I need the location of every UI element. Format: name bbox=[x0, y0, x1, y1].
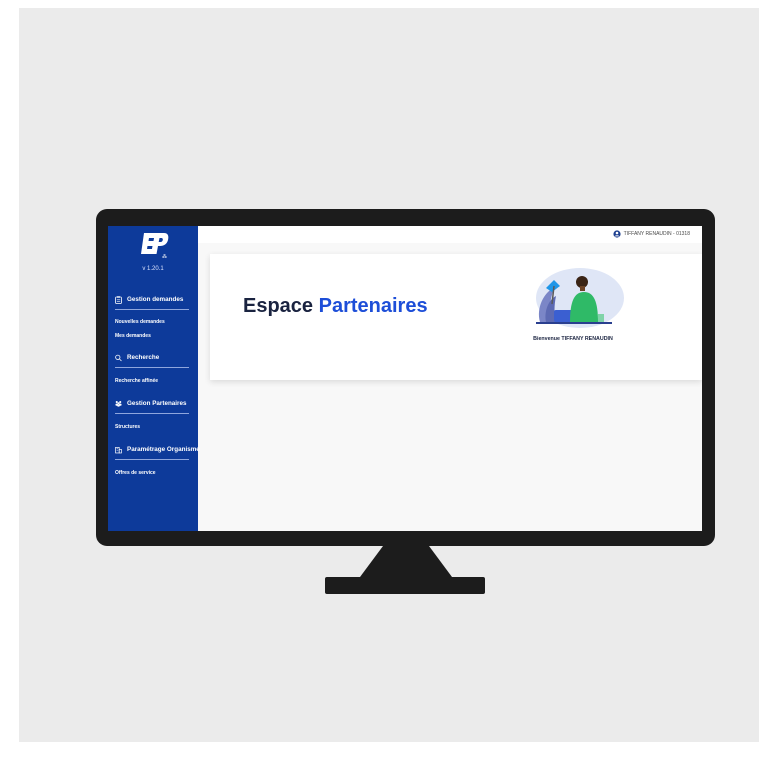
user-name: TIFFANY RENAUDIN - 01318 bbox=[623, 231, 690, 237]
sidebar-item-offres-de-service[interactable]: Offres de service bbox=[115, 470, 156, 476]
app-screen: ⁂ v 1.20.1 Gestion demandes Nouvelles de… bbox=[108, 226, 702, 531]
clipboard-icon bbox=[115, 295, 122, 304]
welcome-message: Bienvenue TIFFANY RENAUDIN bbox=[533, 336, 613, 342]
page-title: Espace Partenaires bbox=[243, 295, 428, 318]
user-menu[interactable]: TIFFANY RENAUDIN - 01318 bbox=[613, 230, 690, 238]
divider bbox=[115, 367, 189, 368]
sidebar-section-parametrage-organisme[interactable]: Paramétrage Organisme bbox=[115, 446, 200, 453]
search-icon bbox=[115, 354, 122, 361]
divider bbox=[115, 413, 189, 414]
svg-text:⁂: ⁂ bbox=[162, 254, 167, 260]
top-bar: TIFFANY RENAUDIN - 01318 bbox=[198, 226, 702, 243]
sidebar-item-recherche-affinee[interactable]: Recherche affinée bbox=[115, 378, 158, 384]
sidebar-section-label: Gestion demandes bbox=[127, 296, 184, 303]
sidebar-section-gestion-partenaires[interactable]: Gestion Partenaires bbox=[115, 400, 187, 407]
monitor-stand-base bbox=[325, 577, 485, 594]
welcome-card: Espace Partenaires Bienvenue TIFFANY REN… bbox=[210, 254, 702, 380]
title-part-espace: Espace bbox=[243, 295, 314, 317]
sidebar-section-label: Paramétrage Organisme bbox=[127, 446, 200, 453]
sidebar-item-mes-demandes[interactable]: Mes demandes bbox=[115, 333, 151, 339]
sidebar-section-label: Recherche bbox=[127, 354, 160, 361]
user-circle-icon bbox=[613, 230, 621, 238]
sidebar-section-gestion-demandes[interactable]: Gestion demandes bbox=[115, 295, 184, 304]
building-icon bbox=[115, 446, 122, 453]
sidebar-item-nouvelles-demandes[interactable]: Nouvelles demandes bbox=[115, 319, 165, 325]
sidebar-section-recherche[interactable]: Recherche bbox=[115, 354, 159, 361]
sidebar: ⁂ v 1.20.1 Gestion demandes Nouvelles de… bbox=[108, 226, 200, 531]
sidebar-item-structures[interactable]: Structures bbox=[115, 424, 140, 430]
welcome-illustration bbox=[510, 264, 630, 332]
group-icon bbox=[115, 400, 122, 407]
app-version: v 1.20.1 bbox=[142, 266, 164, 272]
divider bbox=[115, 459, 189, 460]
ep-logo-icon[interactable]: ⁂ bbox=[140, 230, 170, 260]
sidebar-section-label: Gestion Partenaires bbox=[127, 400, 187, 407]
divider bbox=[115, 309, 189, 310]
title-part-partenaires: Partenaires bbox=[318, 295, 428, 317]
